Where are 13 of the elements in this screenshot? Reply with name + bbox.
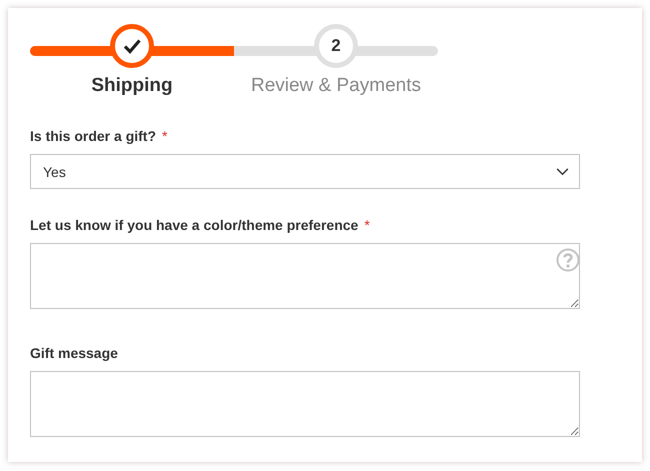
field-label: Let us know if you have a color/theme preference (30, 217, 358, 233)
gift-select[interactable]: Yes (30, 154, 580, 189)
text-area[interactable] (30, 371, 580, 437)
field-label: Is this order a gift? (30, 128, 156, 144)
chevron-down-icon (556, 168, 569, 176)
step-label: Review & Payments (250, 75, 421, 97)
text-area[interactable] (30, 243, 580, 309)
required-mark: * (162, 128, 168, 144)
help-icon[interactable] (556, 248, 580, 272)
required-mark: * (364, 217, 370, 233)
field-label: Gift message (30, 345, 118, 361)
step-label: Shipping (91, 75, 173, 97)
step-number: 2 (331, 36, 341, 56)
